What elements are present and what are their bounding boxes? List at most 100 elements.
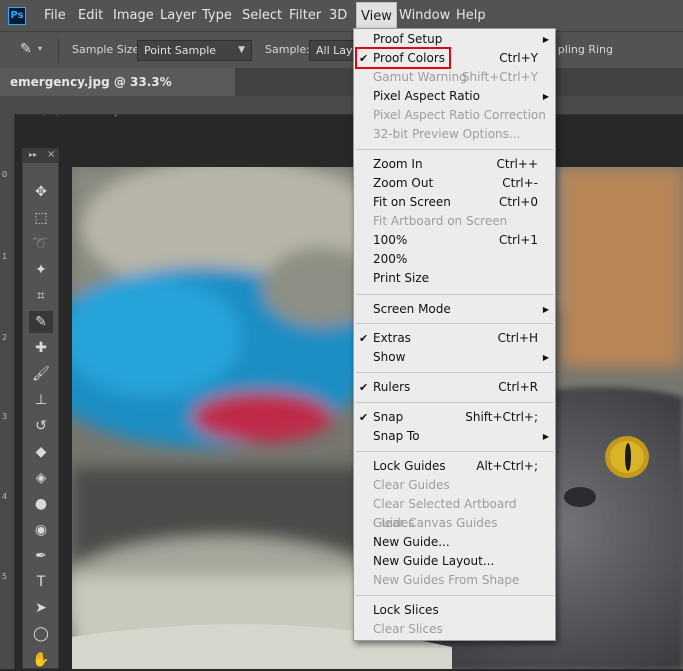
- document-tab[interactable]: emergency.jpg @ 33.3% (RGB/8/Monitor) ×: [0, 68, 235, 117]
- menu-item-snap-to[interactable]: Snap To ▶: [354, 427, 555, 446]
- magic-wand-tool-icon[interactable]: ✦: [29, 259, 53, 281]
- menu-filter[interactable]: Filter: [285, 0, 325, 31]
- menu-file[interactable]: File: [40, 0, 70, 31]
- menu-item-extras[interactable]: ✔ Extras Ctrl+H: [354, 329, 555, 348]
- menu-item-rulers[interactable]: ✔ Rulers Ctrl+R: [354, 378, 555, 397]
- stamp-tool-icon[interactable]: ⊥: [29, 389, 53, 411]
- menu-item-zoom-out[interactable]: Zoom Out Ctrl+-: [354, 174, 555, 193]
- menu-type[interactable]: Type: [198, 0, 236, 31]
- menu-image[interactable]: Image: [109, 0, 158, 31]
- move-tool-icon[interactable]: ✥: [29, 181, 53, 203]
- menu-item-label: Clear Canvas Guides: [373, 516, 498, 530]
- menu-item-label: Snap To: [373, 429, 420, 443]
- menu-item-screen-mode[interactable]: Screen Mode ▶: [354, 300, 555, 319]
- proof-colors-highlight-box: [355, 47, 451, 69]
- chevron-down-icon: ▼: [238, 45, 245, 55]
- history-brush-tool-icon[interactable]: ↺: [29, 415, 53, 437]
- menu-item-shortcut: Shift+Ctrl+;: [465, 410, 538, 424]
- view-menu-dropdown: Proof Setup ▶ ✔ Proof Colors Ctrl+Y Gamut War…: [353, 28, 556, 641]
- sample-value: All Layers: [316, 44, 356, 57]
- lasso-tool-icon[interactable]: ➰: [29, 233, 53, 255]
- menu-item-print-size[interactable]: Print Size: [354, 269, 555, 288]
- sample-size-select[interactable]: Point Sample ▼: [137, 40, 252, 61]
- menu-item-label: New Guide...: [373, 535, 450, 549]
- menu-item-100[interactable]: 100% Ctrl+1: [354, 231, 555, 250]
- brush-tool-icon[interactable]: 🖌: [29, 363, 53, 385]
- path-selection-tool-icon[interactable]: ➤: [29, 597, 53, 619]
- menu-item-new-guide[interactable]: New Guide...: [354, 533, 555, 552]
- submenu-arrow-icon: ▶: [542, 353, 549, 362]
- eyedropper-tool-icon[interactable]: ✎: [29, 311, 53, 333]
- paint-bucket-tool-icon[interactable]: ◈: [29, 467, 53, 489]
- menu-item-new-guide-layout[interactable]: New Guide Layout...: [354, 552, 555, 571]
- menu-item-show[interactable]: Show ▶: [354, 348, 555, 367]
- show-sampling-ring-label[interactable]: Show Sampling Ring: [557, 43, 613, 56]
- collapse-icon[interactable]: ▸▸: [29, 150, 37, 159]
- menu-edit[interactable]: Edit: [74, 0, 107, 31]
- menu-item-clear-canvas-guides: Clear Canvas Guides: [354, 514, 555, 533]
- tools-panel-header[interactable]: ▸▸ ×: [23, 149, 58, 163]
- ruler-number: 3: [2, 412, 8, 421]
- menu-item-shortcut: Ctrl+-: [502, 176, 538, 190]
- menu-item-snap[interactable]: ✔ Snap Shift+Ctrl+;: [354, 408, 555, 427]
- menu-item-shortcut: Alt+Ctrl+;: [476, 459, 538, 473]
- menu-item-label: New Guides From Shape: [373, 573, 520, 587]
- menu-3d[interactable]: 3D: [325, 0, 351, 31]
- menu-separator: [356, 372, 553, 373]
- close-icon[interactable]: ×: [47, 149, 55, 160]
- eraser-tool-icon[interactable]: ◆: [29, 441, 53, 463]
- menu-item-200[interactable]: 200%: [354, 250, 555, 269]
- menu-bar: Ps File Edit Image Layer Type Select Filter 3D V…: [0, 0, 683, 31]
- menu-item-label: Fit Artboard on Screen: [373, 214, 508, 228]
- menu-help[interactable]: Help: [452, 0, 490, 31]
- menu-item-label: Rulers: [373, 380, 411, 394]
- menu-item-lock-slices[interactable]: Lock Slices: [354, 601, 555, 620]
- dodge-tool-icon[interactable]: ◉: [29, 519, 53, 541]
- menu-item-shortcut: Ctrl+R: [498, 380, 538, 394]
- menu-item-label: Show: [373, 350, 406, 364]
- eyedropper-preset-icon[interactable]: ✎: [20, 41, 32, 57]
- pen-tool-icon[interactable]: ✒: [29, 545, 53, 567]
- checkmark-icon: ✔: [359, 411, 369, 424]
- sample-select[interactable]: All Layers: [309, 40, 357, 61]
- menu-window[interactable]: Window: [395, 0, 454, 31]
- menu-item-label: Snap: [373, 410, 404, 424]
- menu-item-label: New Guide Layout...: [373, 554, 495, 568]
- menu-item-lock-guides[interactable]: Lock Guides Alt+Ctrl+;: [354, 457, 555, 476]
- menu-separator: [356, 402, 553, 403]
- ellipse-tool-icon[interactable]: ◯: [29, 623, 53, 645]
- menu-item-label: Pixel Aspect Ratio Correction: [373, 108, 546, 122]
- menu-item-label: Lock Slices: [373, 603, 439, 617]
- options-bar: ✎ ▾ Sample Size: Point Sample ▼ Sample: …: [0, 31, 683, 69]
- menu-item-shortcut: Ctrl+0: [498, 195, 538, 209]
- menu-item-label: Clear Slices: [373, 622, 443, 636]
- checkmark-icon: ✔: [359, 381, 369, 394]
- menu-separator: [356, 451, 553, 452]
- marquee-tool-icon[interactable]: ⬚: [29, 207, 53, 229]
- menu-item-pixel-aspect-ratio[interactable]: Pixel Aspect Ratio ▶: [354, 87, 555, 106]
- ruler-number: 2: [2, 333, 8, 342]
- menu-separator: [356, 294, 553, 295]
- type-tool-icon[interactable]: T: [29, 571, 53, 593]
- horizontal-ruler[interactable]: [0, 96, 683, 115]
- menu-view[interactable]: View: [356, 2, 397, 31]
- menu-item-label: Extras: [373, 331, 411, 345]
- blur-tool-icon[interactable]: ●: [29, 493, 53, 515]
- hand-tool-icon[interactable]: ✋: [29, 649, 53, 671]
- chevron-down-icon[interactable]: ▾: [38, 44, 42, 53]
- menu-item-zoom-in[interactable]: Zoom In Ctrl++: [354, 155, 555, 174]
- menu-select[interactable]: Select: [238, 0, 286, 31]
- menu-item-fit-on-screen[interactable]: Fit on Screen Ctrl+0: [354, 193, 555, 212]
- menu-layer[interactable]: Layer: [156, 0, 200, 31]
- menu-item-label: Screen Mode: [373, 302, 451, 316]
- submenu-arrow-icon: ▶: [542, 305, 549, 314]
- menu-item-shortcut: Shift+Ctrl+Y: [461, 70, 538, 84]
- document-tab-bar: emergency.jpg @ 33.3% (RGB/8/Monitor) ×: [0, 68, 683, 117]
- crop-tool-icon[interactable]: ⌗: [29, 285, 53, 307]
- menu-item-label: Clear Guides: [373, 478, 450, 492]
- menu-separator: [356, 323, 553, 324]
- healing-brush-tool-icon[interactable]: ✚: [29, 337, 53, 359]
- vertical-ruler[interactable]: 0 1 2 3 4 5: [0, 114, 15, 669]
- ruler-number: 4: [2, 492, 8, 501]
- photoshop-logo-icon: Ps: [8, 7, 26, 25]
